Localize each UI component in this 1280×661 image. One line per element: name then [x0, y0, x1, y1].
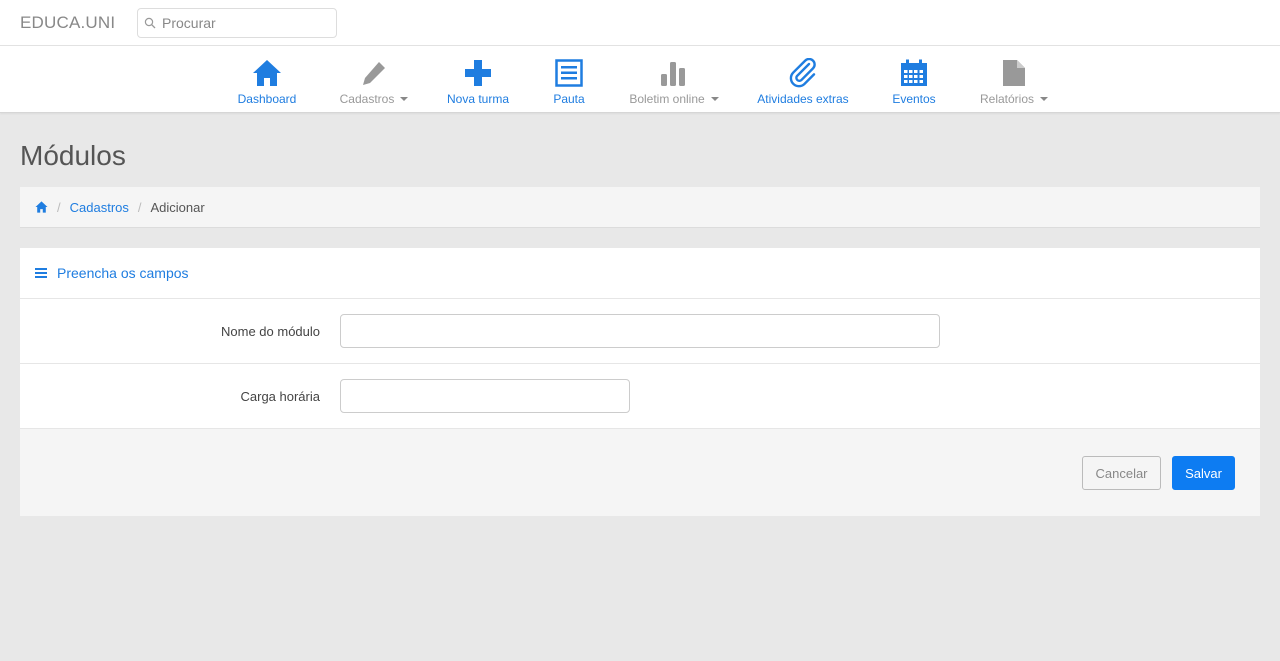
calendar-icon: [901, 59, 927, 86]
nav-eventos-label: Eventos: [892, 92, 936, 106]
search-icon: [144, 17, 156, 28]
panel-header: Preencha os campos: [20, 248, 1260, 299]
save-button[interactable]: Salvar: [1172, 456, 1235, 490]
top-bar: EDUCA.UNI: [0, 0, 1280, 46]
chevron-down-icon: [710, 97, 719, 101]
carga-horaria-input[interactable]: [340, 379, 630, 413]
form-row-nome: Nome do módulo: [20, 299, 1260, 364]
plus-icon: [465, 60, 491, 86]
nav-atividades-extras[interactable]: Atividades extras: [756, 46, 850, 112]
menu-icon: [35, 268, 47, 278]
cancel-button[interactable]: Cancelar: [1082, 456, 1161, 490]
home-icon[interactable]: [35, 201, 48, 213]
nav-nova-turma-label: Nova turma: [446, 92, 510, 106]
nav-relatorios-label: Relatórios: [979, 92, 1035, 106]
search-input[interactable]: [162, 14, 332, 31]
breadcrumb: / Cadastros / Adicionar: [20, 187, 1260, 228]
nav-cadastros[interactable]: Cadastros: [338, 46, 410, 112]
search-box[interactable]: [137, 7, 337, 38]
nav-dashboard[interactable]: Dashboard: [237, 46, 297, 112]
nav-pauta-label: Pauta: [553, 92, 585, 106]
paperclip-icon: [789, 58, 816, 88]
page-title: Módulos: [20, 140, 126, 171]
breadcrumb-link-cadastros[interactable]: Cadastros: [70, 200, 129, 215]
nav-nova-turma[interactable]: Nova turma: [445, 46, 511, 112]
nome-do-modulo-input[interactable]: [340, 314, 940, 348]
pencil-icon: [363, 59, 388, 85]
chevron-down-icon: [1040, 97, 1049, 101]
form-panel: Preencha os campos Nome do módulo Carga …: [20, 248, 1260, 516]
breadcrumb-current: Adicionar: [150, 199, 205, 215]
carga-horaria-label: Carga horária: [240, 389, 321, 404]
nav-boletim-online-label: Boletim online: [629, 92, 705, 106]
home-icon: [253, 60, 281, 86]
panel-footer: Cancelar Salvar: [20, 429, 1260, 516]
nav-cadastros-label: Cadastros: [339, 92, 395, 106]
main-nav: Dashboard Cadastros Nova turma Pauta Bol…: [0, 46, 1280, 113]
nav-eventos[interactable]: Eventos: [891, 46, 937, 112]
breadcrumb-separator: /: [137, 199, 142, 215]
list-icon: [555, 59, 583, 87]
nav-atividades-extras-label: Atividades extras: [757, 92, 849, 106]
chevron-down-icon: [400, 97, 409, 101]
brand-logo[interactable]: EDUCA.UNI: [20, 13, 137, 33]
nav-dashboard-label: Dashboard: [237, 92, 297, 106]
nome-do-modulo-label: Nome do módulo: [221, 324, 320, 339]
panel-title: Preencha os campos: [57, 265, 189, 281]
bar-chart-icon: [661, 62, 685, 86]
breadcrumb-separator: /: [57, 199, 61, 215]
nav-boletim-online[interactable]: Boletim online: [627, 46, 721, 112]
file-icon: [1003, 60, 1025, 86]
form-row-carga: Carga horária: [20, 364, 1260, 429]
nav-relatorios[interactable]: Relatórios: [979, 46, 1049, 112]
nav-pauta[interactable]: Pauta: [550, 46, 588, 112]
